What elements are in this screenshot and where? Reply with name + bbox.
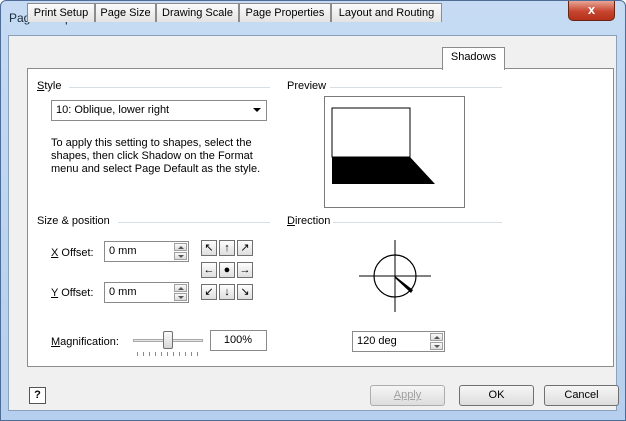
apply-label: Apply: [393, 389, 422, 401]
y-offset-spin-up[interactable]: [174, 284, 187, 292]
help-button[interactable]: ?: [29, 387, 46, 404]
tab-shadows[interactable]: Shadows: [442, 47, 505, 70]
shadow-preview: [324, 96, 465, 208]
y-offset-input[interactable]: 0 mm: [104, 282, 189, 303]
direction-degrees-value: 120 deg: [357, 335, 397, 347]
shadow-style-dropdown[interactable]: 10: Oblique, lower right: [51, 100, 267, 121]
x-offset-spin-up[interactable]: [174, 243, 187, 251]
shadow-style-value: 10: Oblique, lower right: [56, 104, 170, 116]
cancel-button[interactable]: Cancel: [544, 385, 619, 406]
shadow-preview-graphic: [331, 107, 435, 184]
direction-degrees-input[interactable]: 120 deg: [352, 331, 445, 352]
y-offset-spin-down[interactable]: [174, 293, 187, 301]
direction-dial[interactable]: [355, 236, 435, 316]
ok-button[interactable]: OK: [459, 385, 534, 406]
preview-divider: [330, 87, 502, 88]
size-position-divider: [118, 222, 270, 223]
magnification-value: 100%: [223, 334, 252, 346]
direction-divider: [333, 222, 502, 223]
arrow-left-icon[interactable]: ←: [201, 262, 217, 278]
direction-spin-up[interactable]: [430, 333, 443, 341]
tab-page-size[interactable]: Page Size: [95, 3, 156, 22]
style-divider: [69, 87, 270, 88]
y-offset-label: Y Offset:: [51, 287, 94, 299]
help-icon: ?: [34, 389, 41, 401]
arrow-right-icon[interactable]: →: [237, 262, 253, 278]
magnification-input[interactable]: 100%: [210, 330, 267, 351]
x-offset-spin-down[interactable]: [174, 252, 187, 260]
arrow-down-left-icon[interactable]: ↙: [201, 284, 217, 300]
preview-group-label: Preview: [287, 80, 327, 92]
apply-button[interactable]: Apply: [370, 385, 445, 406]
slider-thumb[interactable]: [163, 331, 173, 349]
tab-print-setup[interactable]: Print Setup: [27, 3, 95, 22]
style-group-label: Style: [37, 80, 61, 92]
x-offset-input[interactable]: 0 mm: [104, 241, 189, 262]
magnification-slider[interactable]: [133, 330, 203, 358]
arrow-up-left-icon[interactable]: ↖: [201, 240, 217, 256]
center-dot-icon[interactable]: ●: [219, 262, 235, 278]
preview-page-shape: [331, 107, 411, 158]
slider-ticks: [137, 352, 199, 356]
tab-page-properties[interactable]: Page Properties: [239, 3, 331, 22]
direction-spin-down[interactable]: [430, 342, 443, 350]
direction-group-label: Direction: [287, 215, 331, 227]
y-offset-value: 0 mm: [109, 286, 137, 298]
tab-layout-and-routing[interactable]: Layout and Routing: [331, 3, 442, 22]
magnification-label: Magnification:: [51, 336, 119, 348]
tab-drawing-scale[interactable]: Drawing Scale: [156, 3, 239, 22]
size-position-group-label: Size & position: [37, 215, 110, 227]
arrow-down-right-icon[interactable]: ↘: [237, 284, 253, 300]
arrow-down-icon[interactable]: ↓: [219, 284, 235, 300]
close-icon: x: [587, 2, 596, 17]
dropdown-arrow-icon: [253, 108, 261, 112]
x-offset-value: 0 mm: [109, 245, 137, 257]
arrow-up-right-icon[interactable]: ↗: [237, 240, 253, 256]
x-offset-label: X Offset:: [51, 247, 94, 259]
preview-shadow-shape: [332, 157, 435, 184]
arrow-up-icon[interactable]: ↑: [219, 240, 235, 256]
style-label-text: tyle: [44, 80, 62, 92]
close-button[interactable]: x: [568, 1, 615, 21]
style-description: To apply this setting to shapes, select …: [51, 137, 261, 175]
